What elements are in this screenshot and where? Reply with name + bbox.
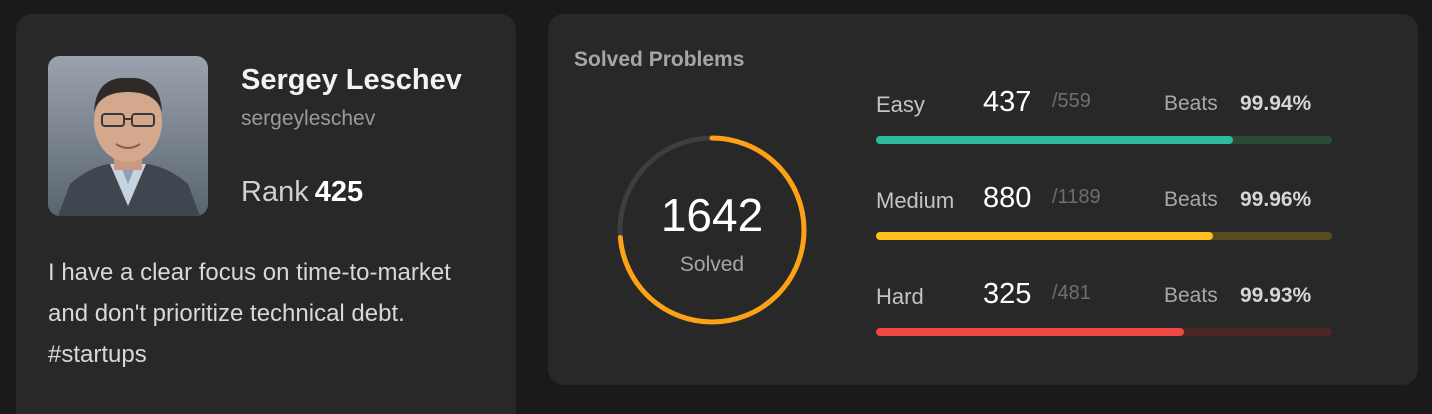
solved-progress-ring[interactable]: 1642 Solved <box>614 132 810 328</box>
beats-label: Beats <box>1164 188 1218 211</box>
rank-label: Rank <box>241 176 309 208</box>
total-solved-count: 1642 <box>660 189 764 241</box>
beats-value: 99.96% <box>1240 188 1312 211</box>
difficulty-label: Easy <box>876 92 925 117</box>
difficulty-solved: 880 <box>983 182 1032 214</box>
profile-rank: Rank 425 <box>241 176 363 209</box>
difficulty-row-hard[interactable]: Hard 325 /481 Beats 99.93% <box>876 278 1332 338</box>
difficulty-solved: 325 <box>983 278 1032 310</box>
solved-problems-title: Solved Problems <box>574 48 745 71</box>
difficulty-label: Medium <box>876 188 955 213</box>
difficulty-row-easy[interactable]: Easy 437 /559 Beats 99.94% <box>876 86 1332 146</box>
difficulty-row-medium[interactable]: Medium 880 /1189 Beats 99.96% <box>876 182 1332 242</box>
beats-value: 99.93% <box>1240 284 1312 307</box>
progress-bar-fill <box>876 136 1233 144</box>
beats-label: Beats <box>1164 92 1218 115</box>
difficulty-label: Hard <box>876 284 924 309</box>
progress-bar-track <box>876 328 1332 336</box>
difficulty-total: /1189 <box>1052 186 1101 208</box>
progress-bar-fill <box>876 232 1214 240</box>
avatar[interactable] <box>48 56 208 216</box>
rank-value: 425 <box>314 176 364 208</box>
solved-problems-card: Solved Problems 1642 Solved Easy 437 /55… <box>548 14 1418 385</box>
profile-username: sergeyleschev <box>241 107 376 130</box>
progress-bar-track <box>876 136 1332 144</box>
profile-name[interactable]: Sergey Leschev <box>241 64 462 97</box>
solved-label: Solved <box>679 253 745 276</box>
beats-label: Beats <box>1164 284 1218 307</box>
profile-card: Sergey Leschev sergeyleschev Rank 425 I h… <box>16 14 516 414</box>
difficulty-total: /481 <box>1052 282 1091 304</box>
beats-value: 99.94% <box>1240 92 1312 115</box>
avatar-photo-icon <box>48 56 208 216</box>
difficulty-total: /559 <box>1052 90 1091 112</box>
profile-bio: I have a clear focus on time-to-market a… <box>48 259 451 368</box>
progress-bar-fill <box>876 328 1185 336</box>
progress-bar-track <box>876 232 1332 240</box>
difficulty-solved: 437 <box>983 86 1032 118</box>
